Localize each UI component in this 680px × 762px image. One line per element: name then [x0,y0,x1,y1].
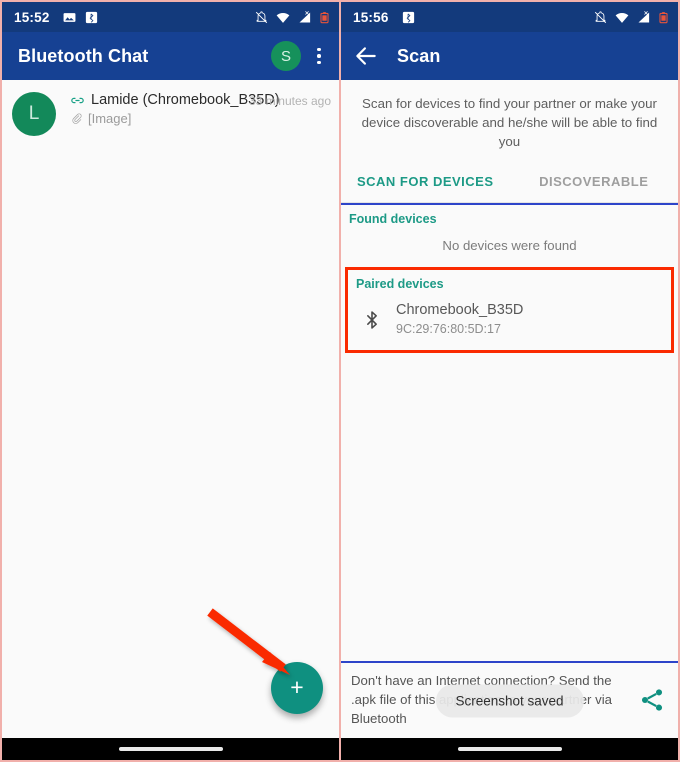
left-phone-screen: 15:52 Bluetooth Chat S L Lamide (Chromeb… [0,0,340,762]
tab-discoverable[interactable]: DISCOVERABLE [510,163,679,202]
left-navigation-bar [2,738,339,760]
notifications-off-icon [255,10,268,23]
status-bar-system-icons [593,10,670,25]
status-bar-notification-icons [401,10,416,25]
device-name: Chromebook_B35D [396,302,524,318]
left-app-bar: Bluetooth Chat S [2,32,339,80]
bluetooth-box-icon [402,11,414,23]
paired-devices-header: Paired devices [356,277,444,291]
right-phone-screen: 15:56 Scan Scan for devices to find your… [340,0,680,762]
status-bar-system-icons [254,10,331,25]
bluetooth-icon [367,310,377,329]
page-title: Bluetooth Chat [18,45,149,66]
battery-low-icon [659,11,668,23]
scan-description: Scan for devices to find your partner or… [341,80,678,163]
right-navigation-bar [341,738,678,760]
home-gesture-pill[interactable] [118,747,223,751]
chat-item-title-row: Lamide (Chromebook_B35D) [70,92,280,108]
right-status-bar: 15:56 [341,2,678,32]
avatar[interactable]: S [271,41,301,71]
back-arrow-icon[interactable] [353,43,379,69]
wifi-icon [615,12,629,23]
device-mac-address: 9C:29:76:80:5D:17 [396,322,501,336]
share-icon[interactable] [638,686,666,714]
notifications-off-icon [594,10,607,23]
home-gesture-pill[interactable] [457,747,562,751]
status-bar-clock: 15:52 [14,9,50,25]
chat-item-timestamp: 33 minutes ago [248,94,331,108]
battery-low-icon [320,11,329,23]
fab-plus-icon: + [290,673,304,700]
cellular-signal-icon [299,10,311,22]
chat-list: L Lamide (Chromebook_B35D) [Image] 33 mi… [2,80,339,738]
chat-item-subtitle-row: [Image] [70,111,249,126]
new-chat-fab[interactable]: + [271,662,323,714]
device-info: Chromebook_B35D 9C:29:76:80:5D:17 [396,301,523,338]
scan-tabs: SCAN FOR DEVICES DISCOVERABLE [341,163,678,203]
tab-scan-for-devices[interactable]: SCAN FOR DEVICES [341,163,510,202]
list-item[interactable]: L Lamide (Chromebook_B35D) [Image] 33 mi… [2,80,339,146]
found-devices-header: Found devices [349,212,437,226]
chat-item-snippet: [Image] [88,111,132,126]
list-item[interactable]: Chromebook_B35D 9C:29:76:80:5D:17 [348,297,671,350]
overflow-menu-icon[interactable] [307,41,331,71]
status-bar-notification-icons [62,10,99,25]
found-devices-empty-text: No devices were found [442,238,577,253]
bluetooth-box-icon [85,11,97,23]
scan-content: Found devices No devices were found Pair… [341,205,678,661]
image-icon [63,12,75,22]
chat-item-content: Lamide (Chromebook_B35D) [Image] [70,90,280,126]
dual-screenshot-container: 15:52 Bluetooth Chat S L Lamide (Chromeb… [0,0,680,762]
toast-message: Screenshot saved [435,684,584,717]
page-title: Scan [397,45,441,66]
cellular-signal-icon [638,10,650,22]
left-status-bar: 15:52 [2,2,339,32]
scan-footer: Don't have an Internet connection? Send … [341,663,678,738]
wifi-icon [276,12,290,23]
right-app-bar: Scan [341,32,678,80]
paperclip-icon [72,113,82,124]
paired-devices-highlight-box: Paired devices Chromebook_B35D 9C:29:76:… [345,267,674,353]
scan-empty-space [341,353,678,661]
status-bar-clock: 15:56 [353,9,389,25]
avatar: L [12,92,56,136]
link-icon [71,97,84,103]
